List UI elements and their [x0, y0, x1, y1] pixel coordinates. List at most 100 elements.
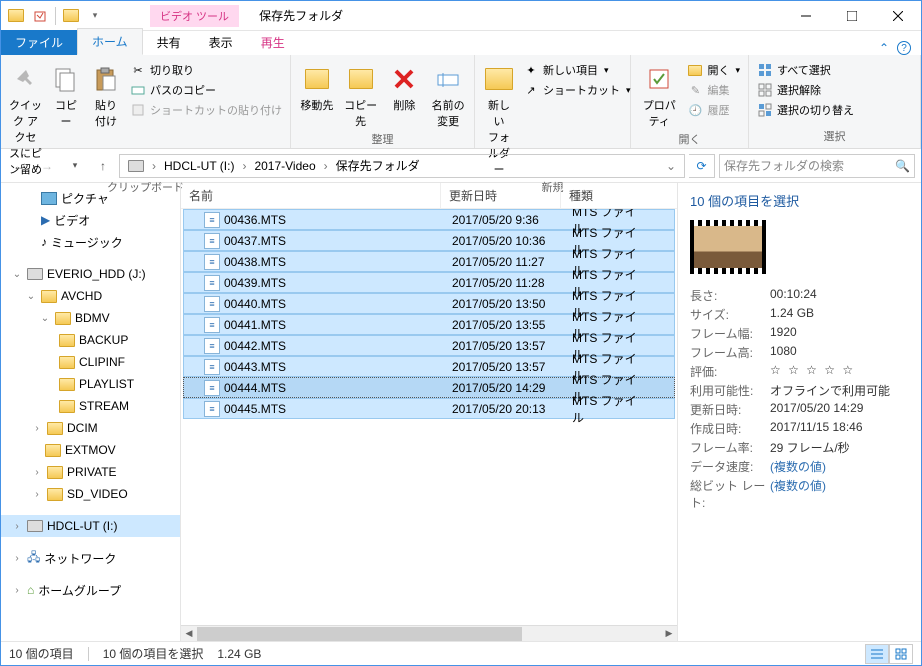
ribbon: クイック アクセ スにピン留め コピー 貼り付け ✂切り取り パスのコピー ショ…: [1, 55, 921, 149]
col-type[interactable]: 種類: [561, 183, 639, 208]
music-icon: ♪: [41, 235, 47, 249]
scroll-thumb[interactable]: [197, 627, 522, 641]
tab-home[interactable]: ホーム: [77, 28, 143, 55]
history-button[interactable]: 🕘履歴: [685, 101, 742, 119]
search-icon: 🔍: [895, 159, 910, 173]
network-icon: 🖧: [27, 548, 40, 569]
search-input[interactable]: 保存先フォルダの検索 🔍: [719, 154, 915, 178]
moveto-button[interactable]: 移動先: [297, 61, 337, 115]
invertselect-icon: [757, 102, 773, 118]
context-tab: ビデオ ツール: [150, 5, 239, 27]
minimize-button[interactable]: [783, 1, 829, 30]
nav-extmov[interactable]: EXTMOV: [1, 439, 180, 461]
folder-icon: [47, 422, 63, 435]
recent-dropdown[interactable]: ▾: [63, 154, 87, 178]
crumb-1[interactable]: 2017-Video: [248, 155, 321, 177]
nav-playlist[interactable]: PLAYLIST: [1, 373, 180, 395]
nav-dcim[interactable]: ›DCIM: [1, 417, 180, 439]
crumb-0[interactable]: HDCL-UT (I:): [158, 155, 240, 177]
nav-sdvideo[interactable]: ›SD_VIDEO: [1, 483, 180, 505]
edit-button[interactable]: ✎編集: [685, 81, 742, 99]
copy-button[interactable]: コピー: [48, 61, 84, 131]
qat-properties-icon[interactable]: [29, 5, 51, 27]
selectnone-icon: [757, 82, 773, 98]
video-thumbnail: [690, 220, 766, 274]
group-select-label: 選択: [755, 128, 914, 146]
col-modified[interactable]: 更新日時: [441, 183, 561, 208]
delete-button[interactable]: 削除: [385, 61, 425, 115]
help-icon[interactable]: ?: [897, 41, 911, 55]
copyto-button[interactable]: コピー先: [341, 61, 381, 131]
forward-button[interactable]: →: [35, 154, 59, 178]
copypath-button[interactable]: パスのコピー: [128, 81, 284, 99]
newitem-button[interactable]: ✦新しい項目▾: [521, 61, 633, 79]
nav-avchd[interactable]: ⌄AVCHD: [1, 285, 180, 307]
nav-stream[interactable]: STREAM: [1, 395, 180, 417]
nav-drive-j[interactable]: ⌄EVERIO_HDD (J:): [1, 263, 180, 285]
nav-pictures[interactable]: ピクチャ: [1, 187, 180, 209]
horizontal-scrollbar[interactable]: ◀ ▶: [181, 625, 677, 641]
rename-button[interactable]: 名前の 変更: [428, 61, 468, 131]
nav-clipinf[interactable]: CLIPINF: [1, 351, 180, 373]
file-icon: ≡: [204, 296, 220, 312]
file-icon: ≡: [204, 401, 220, 417]
col-name[interactable]: 名前: [181, 183, 441, 208]
back-button[interactable]: ←: [7, 154, 31, 178]
qat-dropdown-icon[interactable]: ▾: [84, 5, 106, 27]
status-selected: 10 個の項目を選択: [103, 645, 204, 662]
tab-play[interactable]: 再生: [247, 30, 299, 55]
nav-backup[interactable]: BACKUP: [1, 329, 180, 351]
tab-file[interactable]: ファイル: [1, 30, 77, 55]
rating-stars[interactable]: ☆ ☆ ☆ ☆ ☆: [770, 363, 855, 380]
refresh-button[interactable]: ⟳: [689, 154, 715, 178]
tab-view[interactable]: 表示: [195, 30, 247, 55]
folder-tree[interactable]: ピクチャ ▶ビデオ ♪ミュージック ⌄EVERIO_HDD (J:) ⌄AVCH…: [1, 183, 181, 641]
view-icons-button[interactable]: [889, 644, 913, 664]
file-row[interactable]: ≡00445.MTS2017/05/20 20:13MTS ファイル: [183, 398, 675, 419]
nav-network[interactable]: ›🖧ネットワーク: [1, 547, 180, 569]
scroll-right-button[interactable]: ▶: [661, 626, 677, 642]
folder-icon: [59, 334, 75, 347]
details-title: 10 個の項目を選択: [690, 191, 909, 210]
column-headers: 名前 更新日時 種類: [181, 183, 677, 209]
maximize-button[interactable]: [829, 1, 875, 30]
file-icon: ≡: [204, 317, 220, 333]
app-icon[interactable]: [5, 5, 27, 27]
breadcrumb[interactable]: › HDCL-UT (I:) › 2017-Video › 保存先フォルダ ⌄: [119, 154, 685, 178]
homegroup-icon: ⌂: [27, 583, 34, 597]
drive-icon: [27, 268, 43, 280]
view-details-button[interactable]: [865, 644, 889, 664]
collapse-ribbon-icon[interactable]: ⌃: [879, 41, 889, 55]
quick-access-toolbar: ▾: [1, 5, 110, 27]
up-button[interactable]: ↑: [91, 154, 115, 178]
properties-button[interactable]: プロパティ: [637, 61, 681, 131]
folder-icon: [47, 466, 63, 479]
scroll-left-button[interactable]: ◀: [181, 626, 197, 642]
cut-button[interactable]: ✂切り取り: [128, 61, 284, 79]
qat-newfolder-icon[interactable]: [60, 5, 82, 27]
shortcut-button[interactable]: ↗ショートカット▾: [521, 81, 633, 99]
status-count: 10 個の項目: [9, 645, 74, 662]
nav-homegroup[interactable]: ›⌂ホームグループ: [1, 579, 180, 601]
close-button[interactable]: [875, 1, 921, 30]
nav-private[interactable]: ›PRIVATE: [1, 461, 180, 483]
crumb-2[interactable]: 保存先フォルダ: [330, 155, 426, 177]
paste-shortcut-button[interactable]: ショートカットの貼り付け: [128, 101, 284, 119]
tab-share[interactable]: 共有: [143, 30, 195, 55]
nav-bdmv[interactable]: ⌄BDMV: [1, 307, 180, 329]
nav-videos[interactable]: ▶ビデオ: [1, 209, 180, 231]
properties-icon: [643, 63, 675, 95]
selectnone-button[interactable]: 選択解除: [755, 81, 856, 99]
edit-icon: ✎: [687, 82, 703, 98]
crumb-dropdown[interactable]: ⌄: [660, 159, 682, 173]
invertselect-button[interactable]: 選択の切り替え: [755, 101, 856, 119]
ribbon-tabs: ファイル ホーム 共有 表示 再生 ⌃ ?: [1, 31, 921, 55]
file-rows[interactable]: ≡00436.MTS2017/05/20 9:36MTS ファイル≡00437.…: [181, 209, 677, 625]
selectall-button[interactable]: すべて選択: [755, 61, 856, 79]
open-button[interactable]: 開く▾: [685, 61, 742, 79]
paste-shortcut-icon: [130, 102, 146, 118]
nav-drive-i[interactable]: ›HDCL-UT (I:): [1, 515, 180, 537]
paste-button[interactable]: 貼り付け: [88, 61, 124, 131]
status-size: 1.24 GB: [217, 647, 261, 661]
nav-music[interactable]: ♪ミュージック: [1, 231, 180, 253]
